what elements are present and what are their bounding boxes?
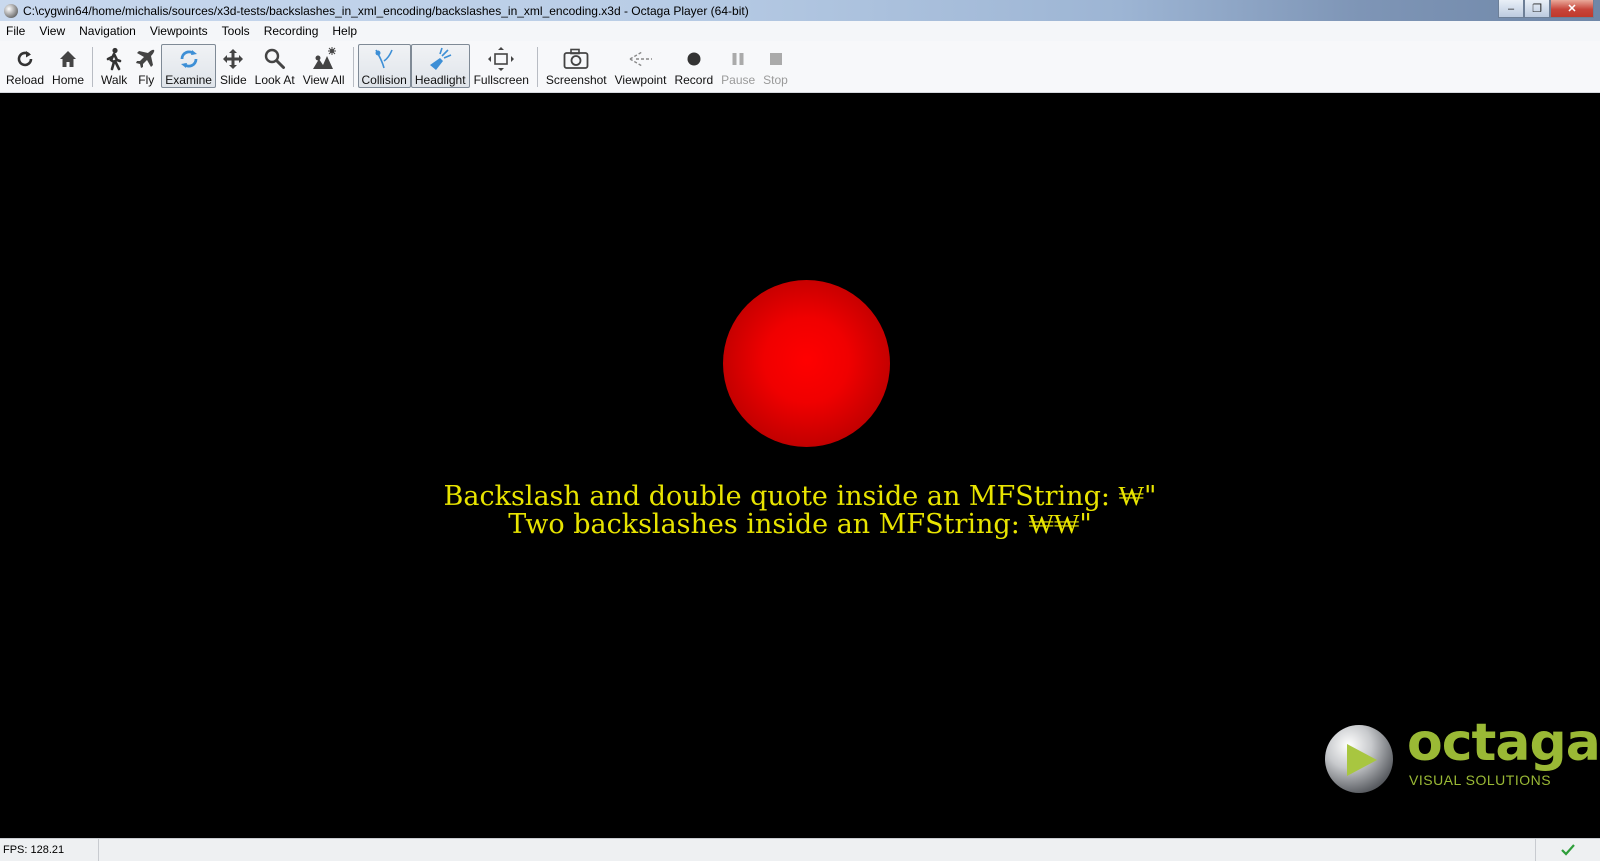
airplane-icon: [135, 45, 157, 73]
home-icon: [57, 45, 79, 73]
view-all-button[interactable]: View All: [299, 44, 349, 88]
viewpoint-icon: [628, 45, 654, 73]
look-at-label: Look At: [254, 73, 295, 87]
toolbar: Reload Home Walk Fly Examine Slide Look …: [0, 41, 1600, 93]
restore-button[interactable]: ❐: [1524, 0, 1550, 18]
3d-viewport[interactable]: Backslash and double quote inside an MFS…: [0, 93, 1600, 838]
octaga-logo: octaga VISUAL SOLUTIONS: [1325, 717, 1600, 795]
stop-label: Stop: [763, 73, 788, 87]
app-icon[interactable]: [4, 3, 18, 18]
toolbar-separator: [92, 47, 94, 87]
headlight-icon: [427, 45, 453, 73]
toolbar-separator: [352, 47, 354, 87]
collision-label: Collision: [361, 73, 407, 87]
record-label: Record: [674, 73, 714, 87]
title-bar: C:\cygwin64/home/michalis/sources/x3d-te…: [0, 0, 1600, 21]
menu-bar: File View Navigation Viewpoints Tools Re…: [0, 21, 1600, 41]
logo-tagline: VISUAL SOLUTIONS: [1409, 772, 1552, 788]
fps-readout: FPS: 128.21: [0, 839, 99, 861]
menu-navigation[interactable]: Navigation: [72, 24, 143, 38]
pause-icon: [727, 45, 749, 73]
move-arrows-icon: [221, 45, 245, 73]
home-label: Home: [52, 73, 85, 87]
menu-view[interactable]: View: [32, 24, 72, 38]
walk-icon: [103, 45, 125, 73]
stop-icon: [765, 45, 787, 73]
viewpoint-label: Viewpoint: [614, 73, 667, 87]
status-indicator: [1535, 839, 1600, 861]
fly-button[interactable]: Fly: [131, 44, 161, 88]
scene-text-line-1: Backslash and double quote inside an MFS…: [443, 481, 1157, 512]
reload-button[interactable]: Reload: [2, 44, 48, 88]
magnifier-icon: [263, 45, 287, 73]
screenshot-button[interactable]: Screenshot: [542, 44, 611, 88]
look-at-button[interactable]: Look At: [251, 44, 299, 88]
reload-icon: [14, 45, 36, 73]
slide-label: Slide: [219, 73, 247, 87]
menu-file[interactable]: File: [0, 24, 32, 38]
close-button[interactable]: ✕: [1550, 0, 1594, 18]
scene-text-line-2: Two backslashes inside an MFString: ₩₩": [508, 509, 1092, 540]
rotate-icon: [177, 45, 201, 73]
pause-label: Pause: [721, 73, 756, 87]
menu-recording[interactable]: Recording: [257, 24, 326, 38]
camera-icon: [563, 45, 589, 73]
pause-button[interactable]: Pause: [717, 44, 759, 88]
walk-button[interactable]: Walk: [97, 44, 131, 88]
view-all-label: View All: [302, 73, 345, 87]
headlight-label: Headlight: [414, 73, 466, 87]
viewpoint-button[interactable]: Viewpoint: [611, 44, 671, 88]
menu-tools[interactable]: Tools: [215, 24, 257, 38]
headlight-button[interactable]: Headlight: [410, 44, 470, 88]
status-message-area: [99, 839, 1535, 861]
menu-viewpoints[interactable]: Viewpoints: [143, 24, 215, 38]
toolbar-separator: [536, 47, 538, 87]
logo-play-icon: [1347, 744, 1377, 776]
reload-label: Reload: [6, 73, 45, 87]
examine-button[interactable]: Examine: [161, 44, 216, 88]
red-sphere: [723, 280, 890, 447]
collision-icon: [372, 45, 396, 73]
walk-label: Walk: [101, 73, 128, 87]
collision-button[interactable]: Collision: [357, 44, 411, 88]
window-controls: – ❐ ✕: [1498, 0, 1594, 18]
minimize-button[interactable]: –: [1498, 0, 1524, 18]
window-title: C:\cygwin64/home/michalis/sources/x3d-te…: [23, 3, 749, 18]
record-button[interactable]: Record: [670, 44, 717, 88]
fullscreen-button[interactable]: Fullscreen: [470, 44, 533, 88]
home-button[interactable]: Home: [48, 44, 88, 88]
view-all-icon: [311, 45, 337, 73]
slide-button[interactable]: Slide: [216, 44, 251, 88]
stop-button[interactable]: Stop: [759, 44, 792, 88]
menu-help[interactable]: Help: [325, 24, 364, 38]
record-icon: [683, 45, 705, 73]
examine-label: Examine: [165, 73, 212, 87]
logo-wordmark: octaga: [1407, 713, 1600, 773]
status-bar: FPS: 128.21: [0, 838, 1600, 861]
screenshot-label: Screenshot: [545, 73, 607, 87]
checkmark-icon: [1561, 844, 1575, 856]
fly-label: Fly: [138, 73, 155, 87]
fullscreen-label: Fullscreen: [473, 73, 529, 87]
fullscreen-icon: [488, 45, 515, 73]
